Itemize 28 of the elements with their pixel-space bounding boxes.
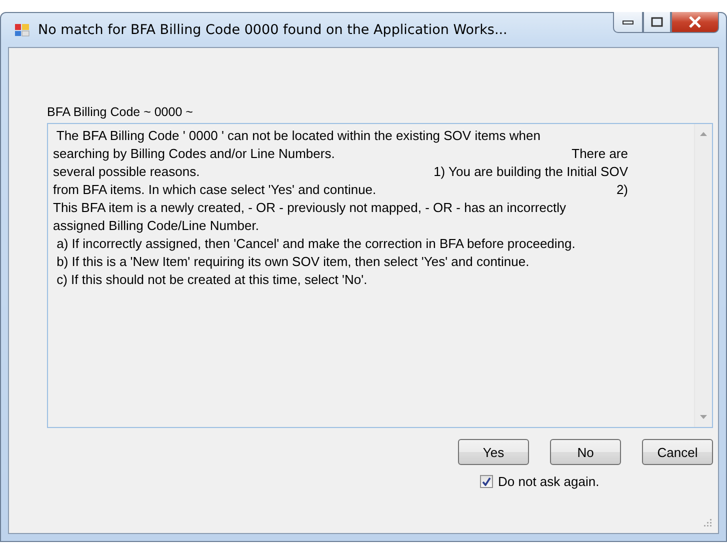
message-line: This BFA item is a newly created, - OR - previously not mapped, - OR - has an incorrectly	[53, 199, 566, 217]
message-line: a) If incorrectly assigned, then 'Cancel' and make the correction in BFA before proceeding.	[56, 235, 576, 253]
message-line: several possible reasons.	[53, 163, 200, 181]
message-line: There are	[572, 145, 628, 163]
message-line: assigned Billing Code/Line Number.	[53, 217, 259, 235]
message-text-box[interactable]	[47, 123, 713, 428]
app-icon	[14, 22, 30, 38]
minimize-icon	[622, 19, 634, 25]
message-line: b) If this is a 'New Item' requiring its own SOV item, then select 'Yes' and continue.	[56, 253, 530, 271]
close-icon	[688, 16, 702, 28]
resize-grip-icon[interactable]	[702, 517, 712, 527]
billing-code-label: BFA Billing Code ~ 0000 ~	[47, 105, 194, 119]
close-button[interactable]	[671, 12, 719, 33]
maximize-icon	[651, 17, 663, 27]
dialog-button[interactable]: Cancel	[642, 439, 713, 465]
message-line: The BFA Billing Code ' 0000 ' can not be located within the existing SOV items when	[55, 127, 540, 145]
message-line: c) If this should not be created at this time, select 'No'.	[56, 271, 368, 289]
checkbox-label: Do not ask again.	[498, 474, 600, 489]
message-line: from BFA items. In which case select 'Yes' and continue.	[53, 181, 376, 199]
message-line: 1) You are building the Initial SOV	[434, 163, 628, 181]
dialog-button[interactable]: No	[550, 439, 621, 465]
dialog-button[interactable]: Yes	[458, 439, 529, 465]
window-title: No match for BFA Billing Code 0000 found on the Application Works...	[38, 22, 508, 38]
minimize-button[interactable]	[613, 12, 643, 33]
message-line: 2)	[616, 181, 628, 199]
message-line: searching by Billing Codes and/or Line Numbers.	[53, 145, 335, 163]
checkbox[interactable]	[480, 475, 493, 488]
maximize-button[interactable]	[643, 12, 671, 33]
